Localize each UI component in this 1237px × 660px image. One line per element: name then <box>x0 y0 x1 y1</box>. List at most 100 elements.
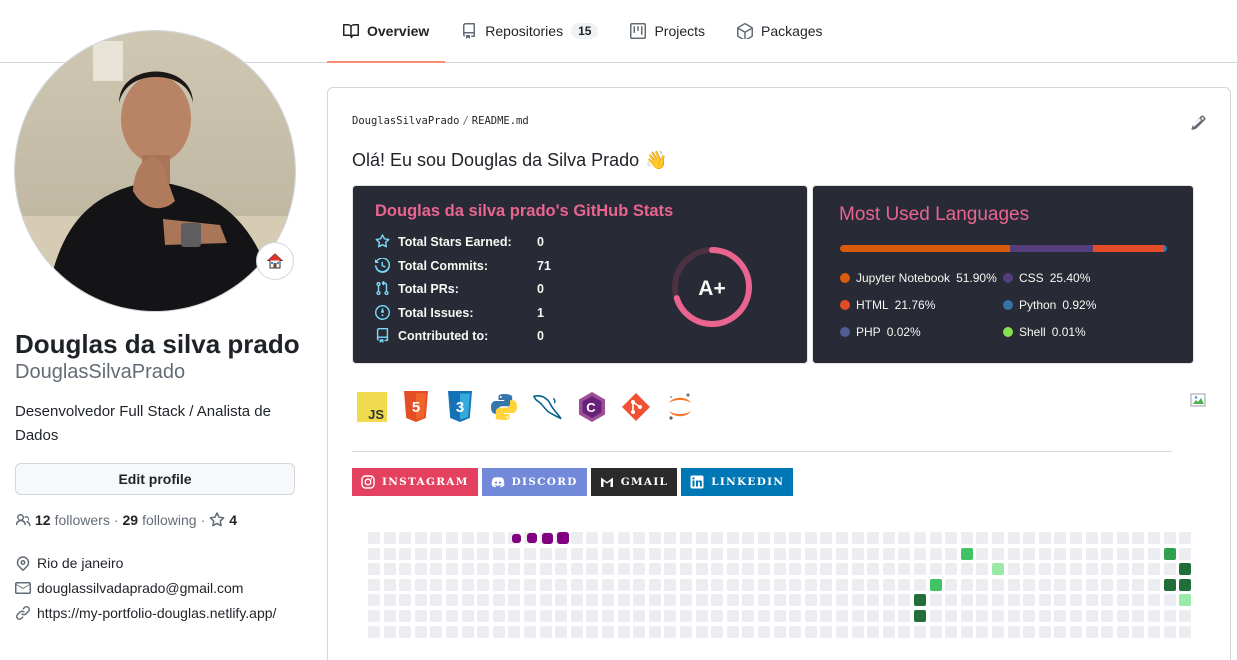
contribution-cell <box>1023 563 1036 576</box>
contribution-cell <box>742 594 755 607</box>
tab-projects[interactable]: Projects <box>614 0 721 62</box>
status-button[interactable] <box>256 242 294 280</box>
contribution-cell <box>1085 547 1098 560</box>
contribution-cell <box>633 547 646 560</box>
contribution-cell <box>773 563 786 576</box>
contribution-cell <box>461 625 474 638</box>
contribution-cell <box>1163 594 1176 607</box>
readme-greeting: Olá! Eu sou Douglas da Silva Prado <box>352 150 640 170</box>
language-name: HTML <box>856 298 889 312</box>
contribution-cell <box>898 547 911 560</box>
contribution-cell <box>929 532 942 544</box>
contribution-cell <box>492 578 505 591</box>
stat-value: 1 <box>537 305 544 320</box>
contribution-cell <box>836 547 848 560</box>
contribution-cell <box>1179 594 1192 607</box>
contribution-cell <box>851 578 864 591</box>
contribution-cell <box>648 610 661 622</box>
following-link[interactable]: 29 following <box>123 512 197 528</box>
contribution-cell <box>711 532 724 544</box>
contribution-cell <box>539 578 552 591</box>
readme-owner-link[interactable]: DouglasSilvaPrado <box>352 115 459 127</box>
gmail-badge[interactable]: GMAIL <box>590 468 678 496</box>
contribution-cell <box>726 594 739 607</box>
language-percent: 51.90% <box>956 271 997 285</box>
linkedin-badge[interactable]: LINKEDIN <box>681 468 794 496</box>
instagram-badge[interactable]: INSTAGRAM <box>352 468 478 496</box>
contribution-cell <box>851 625 864 638</box>
tech-icons-row: JS 5 3 C <box>356 391 695 422</box>
contribution-cell <box>929 594 942 607</box>
top-languages-card[interactable]: Most Used Languages Jupyter Notebook 51.… <box>812 185 1194 364</box>
package-icon <box>737 23 754 39</box>
contribution-cell <box>1023 625 1036 638</box>
contribution-cell <box>695 547 708 560</box>
javascript-icon: JS <box>356 391 387 422</box>
language-item: CSS 25.40% <box>1003 271 1090 285</box>
linkedin-icon <box>690 475 704 489</box>
contribution-cell <box>867 578 880 591</box>
website-link[interactable]: https://my-portfolio-douglas.netlify.app… <box>37 605 276 621</box>
contribution-cell <box>1163 532 1176 544</box>
separator-dot: · <box>113 512 119 528</box>
badge-label: DISCORD <box>511 476 578 488</box>
instagram-icon <box>361 475 375 489</box>
email-item: douglassilvadaprado@gmail.com <box>15 580 243 596</box>
contribution-cell <box>680 578 692 591</box>
contribution-cell <box>570 594 583 607</box>
contribution-cell <box>648 625 661 638</box>
contribution-cell <box>929 610 942 622</box>
contribution-cell <box>539 610 552 622</box>
contribution-cell <box>1023 610 1036 622</box>
contribution-cell <box>1101 610 1114 622</box>
contribution-cell <box>648 532 661 544</box>
contribution-cell <box>492 625 505 638</box>
contribution-cell <box>680 594 692 607</box>
contribution-cell <box>1116 578 1129 591</box>
contribution-cell <box>602 547 614 560</box>
discord-badge[interactable]: DISCORD <box>481 468 587 496</box>
contribution-cell <box>992 625 1004 638</box>
contribution-cell <box>711 578 724 591</box>
contribution-cell <box>633 594 646 607</box>
contribution-cell <box>1148 563 1160 576</box>
csharp-icon: C <box>576 391 607 422</box>
contribution-cell <box>726 625 739 638</box>
contribution-cell <box>633 563 646 576</box>
language-bar-segment <box>1092 245 1164 252</box>
language-item: Jupyter Notebook 51.90% <box>840 271 997 285</box>
email-link[interactable]: douglassilvadaprado@gmail.com <box>37 580 243 596</box>
contribution-cell <box>1101 625 1114 638</box>
contribution-cell <box>1054 547 1067 560</box>
contribution-cell <box>976 532 989 544</box>
language-percent: 0.02% <box>886 325 921 339</box>
contribution-cell <box>461 532 474 544</box>
contribution-cell <box>976 610 989 622</box>
contribution-cell <box>1163 578 1176 591</box>
contribution-cell <box>1116 532 1129 544</box>
contribution-cell <box>586 578 599 591</box>
language-bar-segment <box>840 245 1010 252</box>
tab-repositories[interactable]: Repositories 15 <box>445 0 614 62</box>
contribution-cell <box>836 594 848 607</box>
language-color-dot <box>840 300 850 310</box>
contribution-cell <box>461 594 474 607</box>
contribution-cell <box>898 563 911 576</box>
stars-link[interactable]: 4 <box>209 512 237 528</box>
language-color-dot <box>840 327 850 337</box>
avatar[interactable] <box>14 30 296 312</box>
contribution-cell <box>1132 563 1145 576</box>
contribution-cell <box>430 532 443 544</box>
contribution-cell <box>1179 547 1192 560</box>
language-percent: 0.92% <box>1062 298 1097 312</box>
pencil-icon[interactable] <box>1190 115 1206 131</box>
tab-overview[interactable]: Overview <box>327 0 446 63</box>
contribution-cell <box>602 563 614 576</box>
followers-link[interactable]: 12 followers <box>35 512 110 528</box>
github-stats-card[interactable]: Douglas da silva prado's GitHub Stats To… <box>352 185 808 364</box>
edit-profile-button[interactable]: Edit profile <box>15 463 295 495</box>
contribution-cell <box>680 610 692 622</box>
contribution-cell <box>1101 578 1114 591</box>
contribution-cell <box>1038 594 1051 607</box>
tab-packages[interactable]: Packages <box>721 0 838 62</box>
